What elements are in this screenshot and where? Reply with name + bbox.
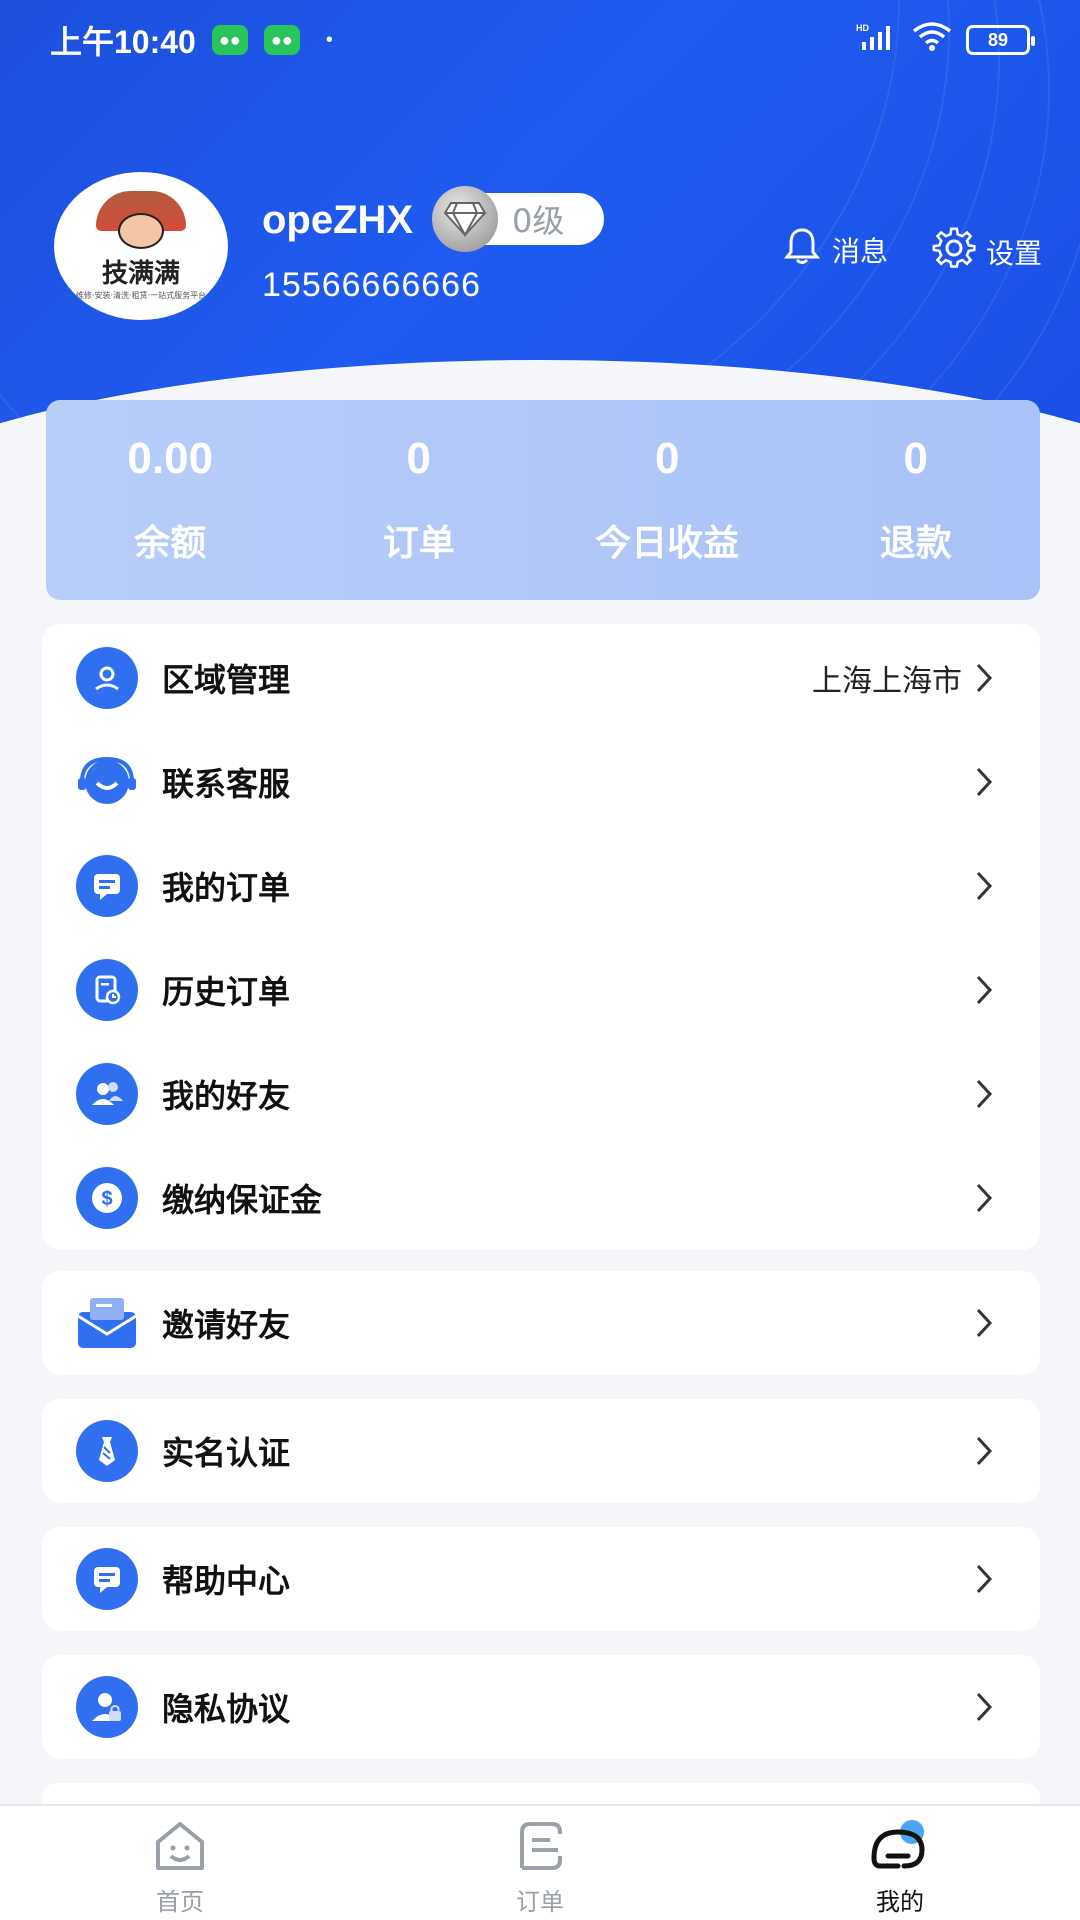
chevron-right-icon — [974, 658, 998, 698]
headset-icon — [76, 751, 138, 813]
mine-icon — [868, 1818, 932, 1878]
dollar-icon: $ — [76, 1167, 138, 1229]
chevron-right-icon — [974, 970, 998, 1010]
region-value: 上海上海市 — [812, 664, 962, 699]
menu-item-real-name-verification[interactable]: 实名认证 — [42, 1399, 1040, 1503]
diamond-icon — [432, 186, 498, 252]
status-bar: 上午10:40 ●● ●● • HD 89 — [0, 0, 1080, 80]
privacy-card: 隐私协议 — [42, 1655, 1040, 1759]
menu-item-label: 实名认证 — [162, 1434, 291, 1472]
stat-balance[interactable]: 0.00 余额 — [46, 434, 295, 566]
menu-item-deposit[interactable]: $ 缴纳保证金 — [42, 1146, 1040, 1250]
menu-item-help-center[interactable]: 帮助中心 — [42, 1527, 1040, 1631]
bell-icon — [782, 226, 822, 273]
stat-today-earnings[interactable]: 0 今日收益 — [543, 434, 792, 566]
menu-item-label: 缴纳保证金 — [162, 1181, 323, 1219]
tab-label: 首页 — [156, 1888, 204, 1916]
level-badge: 0级 — [432, 186, 604, 252]
tie-icon — [76, 1420, 138, 1482]
messages-button[interactable]: 消息 — [782, 226, 888, 273]
friends-icon — [76, 1063, 138, 1125]
menu-item-label: 历史订单 — [162, 973, 291, 1011]
chevron-right-icon — [974, 1303, 998, 1343]
menu-item-my-orders[interactable]: 我的订单 — [42, 834, 1040, 938]
username: opeZHX — [262, 198, 414, 242]
chevron-right-icon — [974, 1431, 998, 1471]
battery-level: 89 — [987, 29, 1009, 50]
chevron-right-icon — [974, 1687, 998, 1727]
orders-icon — [512, 1818, 568, 1878]
menu-item-label: 区域管理 — [162, 661, 291, 699]
help-center-card: 帮助中心 — [42, 1527, 1040, 1631]
tab-home[interactable]: 首页 — [0, 1806, 360, 1920]
stat-label: 退款 — [879, 523, 952, 564]
document-clock-icon — [76, 959, 138, 1021]
menu-item-my-friends[interactable]: 我的好友 — [42, 1042, 1040, 1146]
menu-item-invite-friends[interactable]: 邀请好友 — [42, 1271, 1040, 1375]
stat-orders[interactable]: 0 订单 — [295, 434, 544, 566]
home-icon — [152, 1818, 208, 1878]
stat-label: 今日收益 — [595, 523, 740, 564]
logo-text: 技满满 — [101, 259, 180, 289]
stat-value: 0.00 — [127, 434, 214, 483]
chevron-right-icon — [974, 1178, 998, 1218]
tab-orders[interactable]: 订单 — [360, 1806, 720, 1920]
stat-value: 0 — [655, 434, 680, 483]
stats-panel: 0.00 余额 0 订单 0 今日收益 0 退款 — [46, 400, 1040, 600]
svg-text:$: $ — [101, 1188, 112, 1210]
chevron-right-icon — [974, 1074, 998, 1114]
menu-item-customer-service[interactable]: 联系客服 — [42, 730, 1040, 834]
bottom-tab-bar: 首页 订单 我的 — [0, 1804, 1080, 1920]
menu-item-label: 隐私协议 — [162, 1690, 291, 1728]
tab-mine[interactable]: 我的 — [720, 1806, 1080, 1920]
stat-label: 订单 — [382, 523, 455, 564]
tab-label: 订单 — [516, 1888, 564, 1916]
chat-list-icon — [76, 855, 138, 917]
logo-mascot-graphic — [118, 213, 164, 249]
svg-text:HD: HD — [856, 23, 869, 33]
envelope-icon — [76, 1292, 138, 1354]
status-time: 上午10:40 — [50, 24, 196, 60]
level-text: 0级 — [512, 202, 565, 240]
menu-item-order-history[interactable]: 历史订单 — [42, 938, 1040, 1042]
battery-icon: 89 — [966, 25, 1035, 55]
menu-item-label: 我的好友 — [162, 1077, 291, 1115]
menu-item-label: 邀请好友 — [162, 1306, 291, 1344]
chevron-right-icon — [974, 866, 998, 906]
stat-value: 0 — [406, 434, 431, 483]
signal-icon: HD — [856, 22, 898, 58]
location-icon — [76, 647, 138, 709]
tab-label: 我的 — [876, 1888, 924, 1916]
gear-icon — [932, 226, 976, 277]
settings-label: 设置 — [986, 236, 1043, 270]
phone-number: 15566666666 — [262, 266, 482, 304]
settings-button[interactable]: 设置 — [932, 226, 1042, 277]
more-notifications-dot: • — [325, 28, 333, 51]
help-chat-icon — [76, 1548, 138, 1610]
wechat-notification-icon: ●● — [211, 25, 248, 55]
menu-item-label: 帮助中心 — [162, 1562, 291, 1600]
wifi-icon — [912, 21, 952, 59]
messages-label: 消息 — [832, 234, 889, 268]
menu-item-privacy-policy[interactable]: 隐私协议 — [42, 1655, 1040, 1759]
menu-item-label: 联系客服 — [162, 765, 291, 803]
menu-group-card: 区域管理 上海上海市 联系客服 我的订单 历史订单 我的好友 $ 缴纳保证金 — [42, 624, 1040, 1250]
invite-friends-card: 邀请好友 — [42, 1271, 1040, 1375]
real-name-card: 实名认证 — [42, 1399, 1040, 1503]
wechat-notification-icon: ●● — [263, 25, 300, 55]
chevron-right-icon — [974, 1559, 998, 1599]
menu-item-region[interactable]: 区域管理 上海上海市 — [42, 626, 1040, 730]
stat-label: 余额 — [134, 523, 207, 564]
logo-subtext: 维修·安装·清洗·租赁·一站式服务平台 — [75, 291, 207, 300]
chevron-right-icon — [974, 762, 998, 802]
avatar[interactable]: 技满满 维修·安装·清洗·租赁·一站式服务平台 — [54, 172, 228, 320]
user-lock-icon — [76, 1676, 138, 1738]
stat-refunds[interactable]: 0 退款 — [792, 434, 1041, 566]
stat-value: 0 — [903, 434, 928, 483]
menu-item-label: 我的订单 — [162, 869, 291, 907]
